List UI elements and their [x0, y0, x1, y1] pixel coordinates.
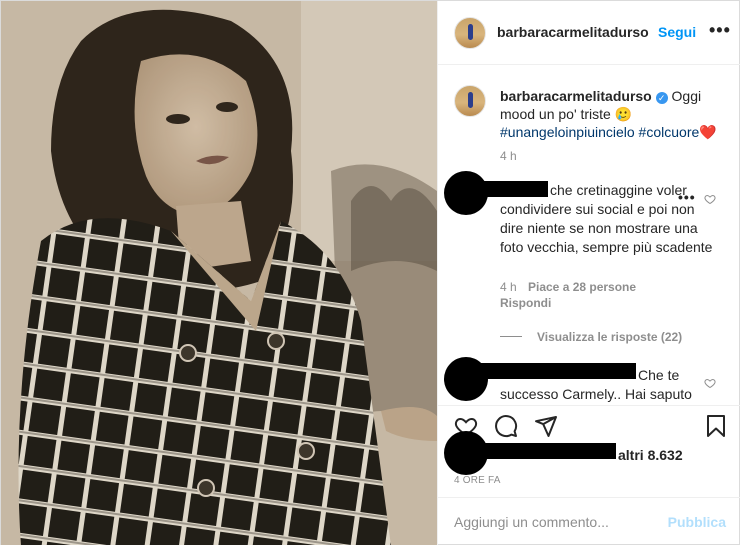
caption-username[interactable]: barbaracarmelitadurso [500, 88, 652, 104]
add-comment-bar: Aggiungi un commento... Pubblica [438, 497, 740, 545]
comment-time[interactable]: 4 h [500, 280, 517, 294]
caption-avatar[interactable] [454, 85, 486, 117]
comment-input[interactable]: Aggiungi un commento... [454, 514, 609, 530]
caption-time[interactable]: 4 h [500, 149, 517, 163]
comment-like-heart-icon[interactable] [704, 377, 716, 389]
portrait-image [1, 1, 437, 545]
follow-button[interactable]: Segui [658, 24, 696, 40]
comment-reply-button[interactable]: Rispondi [500, 296, 551, 310]
view-replies-button[interactable]: Visualizza le risposte (22) [537, 330, 682, 344]
post-timestamp[interactable]: 4 ORE FA [454, 475, 501, 486]
likes-count[interactable]: altri 8.632 [618, 447, 683, 463]
comment-text: Che te successo Carmely.. Hai saputo [500, 367, 692, 402]
share-icon[interactable] [534, 414, 558, 438]
post-side-panel: barbaracarmelitadurso Segui ••• barbarac… [437, 1, 740, 545]
liker-username-redacted [480, 443, 616, 459]
bookmark-icon[interactable] [704, 414, 728, 438]
comment-likes[interactable]: Piace a 28 persone [528, 280, 636, 294]
publish-button[interactable]: Pubblica [668, 514, 726, 530]
comment-more-icon[interactable]: ••• [678, 189, 696, 205]
header-username[interactable]: barbaracarmelitadurso [497, 24, 649, 40]
caption: barbaracarmelitadurso ✓ Oggi mood un po'… [500, 87, 732, 141]
post-photo[interactable] [1, 1, 437, 545]
avatar[interactable] [454, 17, 486, 49]
comment-icon[interactable] [494, 414, 518, 438]
verified-icon: ✓ [655, 92, 668, 104]
comment-like-heart-icon[interactable] [704, 193, 716, 205]
post-header: barbaracarmelitadurso Segui ••• [438, 1, 740, 65]
caption-hashtags[interactable]: #unangeloinpiuincielo #colcuore❤️ [500, 124, 717, 140]
replies-divider [500, 336, 522, 337]
instagram-post-window: barbaracarmelitadurso Segui ••• barbarac… [0, 0, 740, 545]
more-options-icon[interactable]: ••• [709, 20, 731, 41]
